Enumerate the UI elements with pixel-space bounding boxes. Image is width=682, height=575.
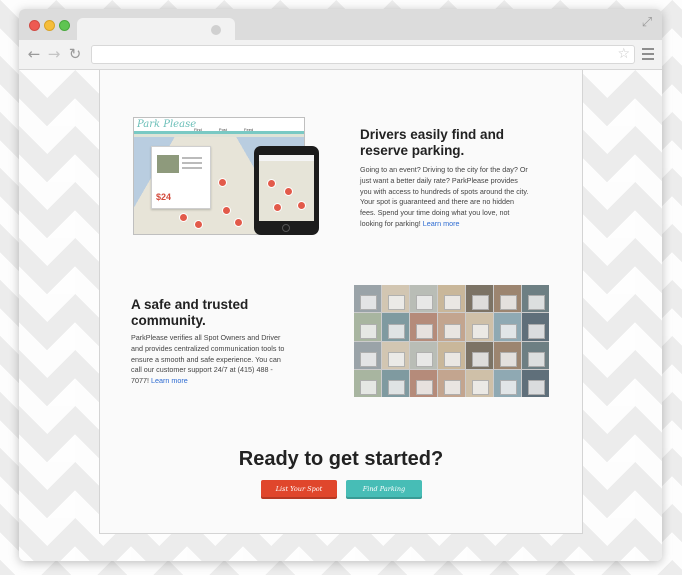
feature-community-body: ParkPlease verifies all Spot Owners and … bbox=[131, 333, 291, 387]
address-bar[interactable]: ☆ bbox=[91, 45, 635, 64]
garage-photo bbox=[354, 313, 381, 341]
forward-arrow-icon[interactable]: → bbox=[45, 45, 63, 63]
garage-photo bbox=[410, 313, 437, 341]
hamburger-menu-icon[interactable] bbox=[642, 48, 654, 60]
garage-photo-collage bbox=[354, 285, 549, 397]
list-your-spot-button[interactable]: List Your Spot bbox=[261, 480, 337, 499]
map-pin-icon bbox=[234, 218, 243, 227]
mockup-tab-post: Post bbox=[218, 127, 227, 132]
phone-screen bbox=[259, 155, 314, 221]
feature-find-body: Going to an event? Driving to the city f… bbox=[360, 165, 530, 230]
garage-photo bbox=[354, 341, 381, 369]
minimize-window-button[interactable] bbox=[44, 20, 55, 31]
map-pin-icon bbox=[179, 213, 188, 222]
map-pin-icon bbox=[267, 179, 276, 188]
mockup-tab-find: Find bbox=[194, 127, 202, 132]
find-parking-button[interactable]: Find Parking bbox=[346, 480, 422, 499]
feature-community-learn-more-link[interactable]: Learn more bbox=[151, 376, 188, 385]
close-window-button[interactable] bbox=[29, 20, 40, 31]
back-arrow-icon[interactable]: ← bbox=[25, 45, 43, 63]
garage-photo bbox=[382, 341, 409, 369]
garage-photo bbox=[382, 313, 409, 341]
map-pin-icon bbox=[194, 220, 203, 229]
garage-photo bbox=[438, 341, 465, 369]
map-pin-icon bbox=[218, 178, 227, 187]
phone-mockup bbox=[254, 146, 319, 235]
garage-photo bbox=[410, 369, 437, 397]
garage-photo bbox=[382, 285, 409, 313]
map-pin-icon bbox=[297, 201, 306, 210]
feature-community-heading: A safe and trusted community. bbox=[131, 297, 249, 328]
garage-photo bbox=[410, 285, 437, 313]
mockup-header: Park Please Find Post Feed bbox=[134, 118, 304, 134]
browser-window: ⤢ ← → ↻ ☆ Park Please Find Post Feed $24… bbox=[19, 9, 662, 561]
garage-photo bbox=[466, 313, 493, 341]
garage-photo bbox=[494, 341, 521, 369]
phone-home-button bbox=[282, 224, 290, 232]
tab-close-icon[interactable] bbox=[211, 25, 221, 35]
content-panel: Park Please Find Post Feed $24 Drivers e… bbox=[99, 70, 583, 534]
garage-photo bbox=[354, 369, 381, 397]
garage-photo bbox=[438, 285, 465, 313]
garage-photo bbox=[522, 285, 549, 313]
garage-photo bbox=[522, 369, 549, 397]
maximize-window-button[interactable] bbox=[59, 20, 70, 31]
garage-photo bbox=[522, 341, 549, 369]
page-viewport: Park Please Find Post Feed $24 Drivers e… bbox=[19, 70, 662, 561]
map-pin-icon bbox=[284, 187, 293, 196]
garage-photo bbox=[466, 369, 493, 397]
garage-photo bbox=[382, 369, 409, 397]
garage-photo bbox=[466, 341, 493, 369]
garage-photo bbox=[466, 285, 493, 313]
map-pin-icon bbox=[273, 203, 282, 212]
browser-toolbar: ← → ↻ ☆ bbox=[19, 40, 662, 70]
spot-popup: $24 bbox=[151, 146, 211, 209]
mockup-tabs: Find Post Feed bbox=[194, 127, 269, 132]
feature-find-learn-more-link[interactable]: Learn more bbox=[423, 219, 460, 228]
map-pin-icon bbox=[222, 206, 231, 215]
garage-photo bbox=[494, 285, 521, 313]
garage-photo bbox=[522, 313, 549, 341]
feature-find-heading: Drivers easily find and reserve parking. bbox=[360, 127, 505, 158]
mockup-tab-feed: Feed bbox=[244, 127, 254, 132]
garage-photo bbox=[494, 369, 521, 397]
garage-photo bbox=[494, 313, 521, 341]
cta-title: Ready to get started? bbox=[238, 448, 444, 470]
garage-photo bbox=[410, 341, 437, 369]
garage-photo bbox=[438, 369, 465, 397]
garage-photo bbox=[438, 313, 465, 341]
reload-icon[interactable]: ↻ bbox=[66, 45, 84, 63]
spot-price: $24 bbox=[156, 192, 172, 202]
app-screenshot-image: Park Please Find Post Feed $24 bbox=[133, 117, 321, 235]
mockup-logo: Park Please bbox=[137, 119, 197, 130]
spot-photo bbox=[157, 155, 179, 173]
garage-photo bbox=[354, 285, 381, 313]
fullscreen-icon[interactable]: ⤢ bbox=[640, 15, 654, 29]
browser-titlebar: ⤢ bbox=[19, 9, 662, 42]
bookmark-star-icon[interactable]: ☆ bbox=[617, 46, 630, 63]
